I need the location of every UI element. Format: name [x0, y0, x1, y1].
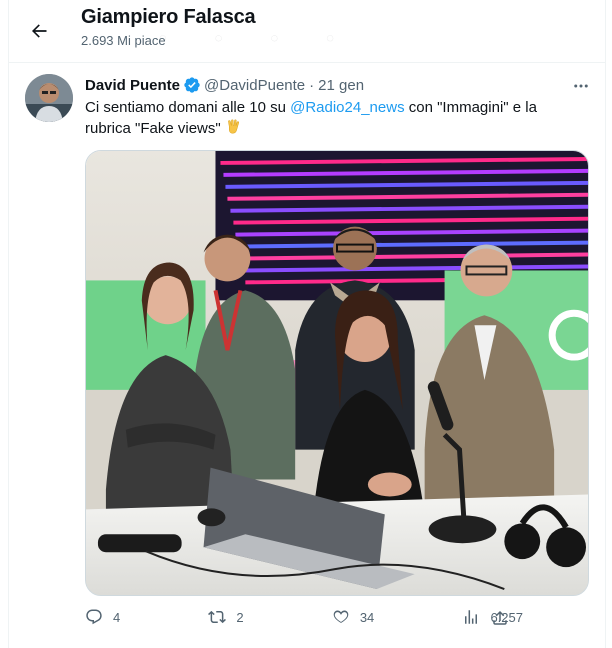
reply-button[interactable]: 4	[85, 608, 120, 626]
share-icon	[493, 610, 507, 625]
vulcan-salute-emoji-icon	[228, 119, 239, 134]
share-button[interactable]	[491, 609, 509, 627]
author-handle[interactable]: @DavidPuente	[204, 77, 305, 94]
heart-icon	[333, 610, 349, 623]
reply-count: 4	[113, 609, 121, 625]
profile-header: ◌ ◌ ◌ ◌ Giampiero Falasca 2.693 Mi piace	[9, 0, 605, 63]
like-button[interactable]: 34	[332, 608, 374, 626]
tweet-photo[interactable]	[85, 150, 589, 596]
back-button[interactable]	[21, 13, 57, 49]
separator-dot: ·	[309, 76, 315, 94]
page-title: Giampiero Falasca	[81, 6, 256, 28]
faded-background-icons: ◌ ◌ ◌ ◌	[159, 30, 334, 45]
likes-count: 2.693 Mi piace	[81, 33, 166, 48]
like-count: 34	[359, 609, 375, 625]
retweet-count: 2	[236, 609, 244, 625]
tweet-text-part: Ci sentiamo domani alle 10 su	[85, 99, 291, 116]
more-options-button[interactable]	[571, 76, 591, 96]
retweet-button[interactable]: 2	[208, 608, 244, 626]
arrow-left-icon	[32, 24, 47, 38]
retweet-icon	[208, 610, 227, 624]
tweet-text: Ci sentiamo domani alle 10 su @Radio24_n…	[85, 98, 585, 139]
timeline-column: ◌ ◌ ◌ ◌ Giampiero Falasca 2.693 Mi piace Da…	[8, 0, 606, 648]
mention-link[interactable]: @Radio24_news	[290, 99, 404, 116]
reply-icon	[86, 609, 102, 625]
avatar[interactable]	[25, 74, 73, 122]
author-name[interactable]: David Puente	[85, 77, 180, 94]
tweet-timestamp[interactable]: 21 gen	[318, 77, 364, 94]
bar-chart-icon	[465, 610, 478, 624]
tweet-author-row: David Puente @DavidPuente · 21 gen	[85, 76, 364, 94]
more-horizontal-icon	[574, 84, 588, 88]
tweet-actions: 4 2 34 6.257	[85, 608, 523, 626]
verified-badge-icon	[184, 77, 200, 93]
studio-photo-image	[86, 151, 588, 595]
